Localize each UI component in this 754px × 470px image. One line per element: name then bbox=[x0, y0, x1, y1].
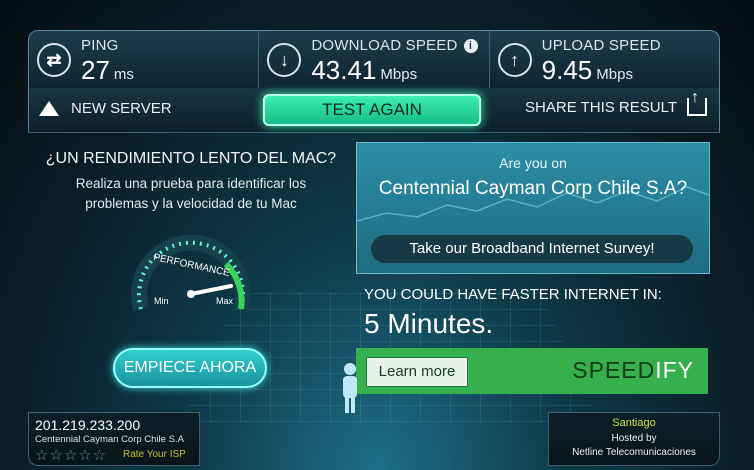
rating-stars[interactable]: ☆☆☆☆☆ bbox=[35, 446, 107, 464]
hosted-by-label: Hosted by bbox=[611, 433, 657, 444]
ping-stat: ⇄ PING 27 ms bbox=[29, 31, 260, 89]
upload-label: UPLOAD SPEED bbox=[541, 37, 661, 54]
results-bar: ⇄ PING 27 ms ↓ DOWNLOAD SPEED i 43.41 Mbps … bbox=[28, 30, 720, 90]
ping-value: 27 ms bbox=[81, 55, 134, 85]
learn-more-button[interactable]: Learn more bbox=[366, 357, 468, 387]
faster-line1: YOU COULD HAVE FASTER INTERNET IN: bbox=[364, 286, 662, 303]
person-icon bbox=[343, 363, 357, 413]
info-icon[interactable]: i bbox=[463, 39, 478, 53]
performance-gauge-icon: PERFORMANCE Min Max bbox=[131, 234, 251, 312]
speedify-banner[interactable]: Learn more SPEEDIFY bbox=[356, 348, 708, 394]
survey-button[interactable]: Take our Broadband Internet Survey! bbox=[371, 235, 693, 263]
upload-stat: ↑ UPLOAD SPEED 9.45 Mbps bbox=[490, 31, 719, 89]
new-server-button[interactable]: NEW SERVER bbox=[39, 100, 172, 117]
start-now-button[interactable]: EMPIECE AHORA bbox=[113, 348, 267, 388]
survey-panel: Are you on Centennial Cayman Corp Chile … bbox=[356, 142, 710, 274]
isp-info-box: 201.219.233.200 Centennial Cayman Corp C… bbox=[28, 412, 200, 466]
speedtest-app: ⇄ PING 27 ms ↓ DOWNLOAD SPEED i 43.41 Mbps … bbox=[0, 0, 754, 470]
upload-value: 9.45 Mbps bbox=[541, 55, 633, 85]
mac-promo-text: Realiza una prueba para identificar los … bbox=[75, 176, 307, 211]
action-bar: NEW SERVER TEST AGAIN SHARE THIS RESULT bbox=[28, 88, 720, 133]
faster-internet-promo: YOU COULD HAVE FASTER INTERNET IN: 5 Min… bbox=[356, 278, 708, 348]
download-label: DOWNLOAD SPEED i bbox=[311, 37, 478, 54]
isp-name: Centennial Cayman Corp Chile S.A bbox=[35, 434, 184, 445]
mac-promo-panel: ¿UN RENDIMIENTO LENTO DEL MAC? Realiza u… bbox=[28, 132, 354, 412]
mac-promo-title: ¿UN RENDIMIENTO LENTO DEL MAC? bbox=[45, 150, 337, 167]
server-info-box: Santiago Hosted by Netline Telecomunicac… bbox=[548, 412, 720, 466]
share-result-button[interactable]: SHARE THIS RESULT bbox=[525, 89, 707, 116]
download-arrow-icon: ↓ bbox=[267, 43, 302, 77]
upload-arrow-icon: ↑ bbox=[497, 43, 532, 77]
ping-label: PING bbox=[81, 37, 119, 54]
share-icon bbox=[687, 89, 707, 116]
gauge-min: Min bbox=[154, 296, 169, 306]
download-value: 43.41 Mbps bbox=[311, 55, 418, 85]
download-stat: ↓ DOWNLOAD SPEED i 43.41 Mbps bbox=[259, 31, 490, 89]
speedify-logo: SPEEDIFY bbox=[572, 357, 694, 383]
rate-isp-link[interactable]: Rate Your ISP bbox=[123, 449, 186, 460]
test-again-button[interactable]: TEST AGAIN bbox=[263, 94, 481, 126]
survey-question: Are you on bbox=[499, 155, 567, 171]
gauge-max: Max bbox=[216, 296, 234, 306]
server-city: Santiago bbox=[612, 417, 656, 429]
faster-line2: 5 Minutes. bbox=[364, 308, 494, 339]
ping-icon: ⇄ bbox=[37, 43, 71, 77]
triangle-icon bbox=[39, 101, 59, 116]
survey-isp-name: Centennial Cayman Corp Chile S.A? bbox=[378, 178, 688, 199]
host-sponsor: Netline Telecomunicaciones bbox=[572, 447, 696, 458]
ip-address: 201.219.233.200 bbox=[35, 417, 141, 433]
